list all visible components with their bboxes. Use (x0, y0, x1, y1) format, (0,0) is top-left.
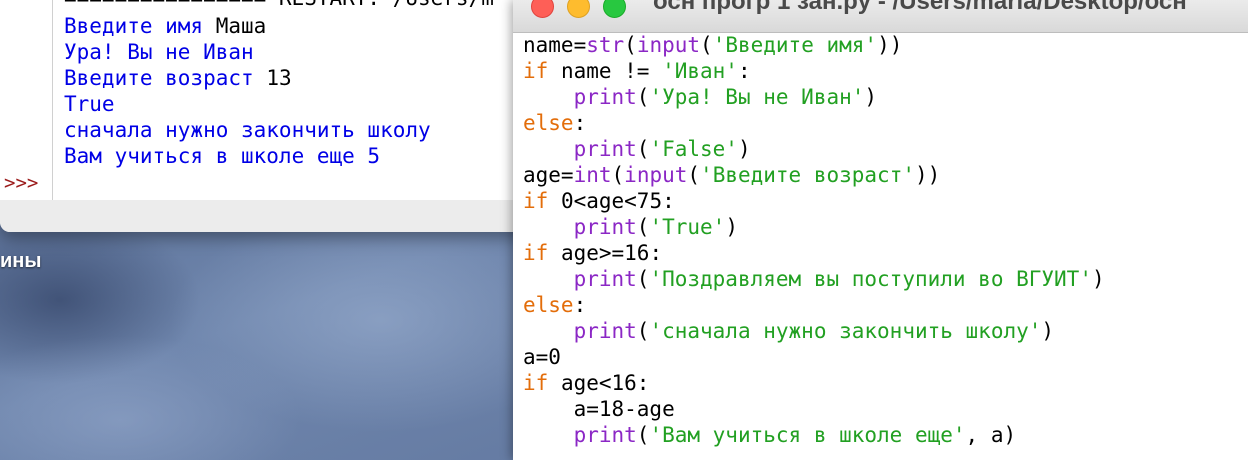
code-token: if (523, 189, 549, 213)
code-token: str (586, 33, 625, 57)
code-line[interactable]: if name != 'Иван': (523, 58, 751, 84)
code-line[interactable]: name=str(input('Введите имя')) (523, 32, 902, 58)
code-token: ( (611, 163, 625, 187)
code-line[interactable]: a=18-age (523, 396, 675, 422)
shell-output-line: Введите имя Маша (64, 13, 266, 39)
code-line[interactable]: else: (523, 292, 586, 318)
code-token: if (523, 241, 549, 265)
code-token: 'Иван' (662, 59, 738, 83)
code-line[interactable]: else: (523, 110, 586, 136)
code-token: int (573, 163, 612, 187)
code-line[interactable]: print('сначала нужно закончить школу') (523, 318, 1054, 344)
code-token: else (523, 293, 574, 317)
shell-text-area[interactable]: ================ RESTART: /Users/m Введи… (0, 0, 560, 200)
code-token: )) (914, 163, 941, 187)
shell-output-line: True (64, 92, 115, 116)
code-token: print (573, 215, 637, 239)
code-token: age>=16: (548, 241, 663, 265)
shell-output-line: Введите возраст 13 (64, 65, 292, 91)
code-token: ) (1091, 267, 1105, 291)
code-token: ( (700, 33, 713, 57)
code-token: ) (725, 215, 738, 239)
code-token: : (737, 59, 751, 83)
code-token: 'Поздравляем вы поступили во ВГУИТ' (649, 267, 1092, 291)
code-token: name= (523, 33, 587, 57)
code-token: age<16: (548, 371, 650, 395)
user-input-text: 13 (266, 66, 292, 90)
code-line[interactable]: print('Вам учиться в школе еще', a) (523, 422, 1017, 448)
code-token: ) (1041, 319, 1055, 343)
window-title: осн прогр 1 зан.py - /Users/maria/Deskto… (653, 0, 1187, 15)
code-token: else (523, 111, 574, 135)
editor-window: осн прогр 1 зан.py - /Users/maria/Deskto… (513, 0, 1248, 460)
code-token: input (624, 163, 688, 187)
code-line[interactable]: a=0 (523, 344, 561, 370)
code-token: ( (636, 319, 650, 343)
maximize-window-button[interactable] (603, 0, 626, 18)
code-token: )) (877, 33, 903, 57)
code-token: 'Введите имя' (712, 33, 878, 57)
code-token: a=18-age (523, 397, 675, 421)
code-line[interactable]: if age<16: (523, 370, 649, 396)
code-line[interactable]: age=int(input('Введите возраст')) (523, 162, 940, 188)
code-token: ( (636, 423, 650, 447)
code-token: 0<age<75: (548, 189, 675, 213)
input-prompt-text: Введите возраст (64, 66, 254, 90)
code-line[interactable]: if age>=16: (523, 240, 662, 266)
minimize-window-button[interactable] (567, 0, 590, 18)
code-token: print (573, 319, 637, 343)
code-token: , a) (965, 423, 1017, 447)
restart-banner: ================ RESTART: /Users/m (64, 0, 494, 10)
code-line[interactable]: print('False') (523, 136, 751, 162)
code-token: print (573, 85, 637, 109)
shell-status-bar (0, 200, 560, 232)
shell-prompt: >>> (4, 172, 39, 194)
input-prompt-text: Введите имя (64, 14, 204, 38)
code-token: 'сначала нужно закончить школу' (649, 319, 1042, 343)
shell-output-line: Ура! Вы не Иван (64, 40, 254, 64)
user-input-text: Маша (215, 14, 267, 38)
code-line[interactable]: if 0<age<75: (523, 188, 675, 214)
code-token: ( (687, 163, 701, 187)
shell-output-line: Вам учиться в школе еще 5 (64, 144, 381, 168)
idle-shell-window: ================ RESTART: /Users/m Введи… (0, 0, 560, 232)
code-line[interactable]: print('Поздравляем вы поступили во ВГУИТ… (523, 266, 1105, 292)
code-token: print (573, 267, 637, 291)
code-token: 'Вам учиться в школе еще' (649, 423, 966, 447)
code-token: ( (624, 33, 637, 57)
code-token: if (523, 371, 549, 395)
code-token: age= (523, 163, 574, 187)
code-token: ( (636, 267, 650, 291)
code-token: if (523, 59, 549, 83)
code-token: print (573, 137, 637, 161)
code-token: ( (636, 137, 650, 161)
shell-gutter (0, 0, 53, 200)
code-token: : (573, 293, 587, 317)
code-line[interactable]: print('Ура! Вы не Иван') (523, 84, 877, 110)
code-token: 'Ура! Вы не Иван' (649, 85, 865, 109)
code-token: ( (636, 215, 650, 239)
code-token: ) (737, 137, 751, 161)
code-token: 'False' (649, 137, 738, 161)
code-token: : (573, 111, 587, 135)
code-token: ) (864, 85, 878, 109)
code-token: ( (636, 85, 650, 109)
code-token: 'Введите возраст' (700, 163, 915, 187)
code-token: input (636, 33, 701, 57)
code-token: a=0 (523, 345, 561, 369)
shell-output-line: сначала нужно закончить школу (64, 118, 431, 142)
code-line[interactable]: print('True') (523, 214, 738, 240)
desktop-icon-label[interactable]: ины (0, 250, 41, 273)
code-token: print (573, 423, 637, 447)
close-window-button[interactable] (531, 0, 554, 18)
code-token: name != (548, 59, 663, 83)
editor-titlebar[interactable]: осн прогр 1 зан.py - /Users/maria/Deskto… (513, 0, 1248, 33)
code-token: 'True' (649, 215, 726, 239)
